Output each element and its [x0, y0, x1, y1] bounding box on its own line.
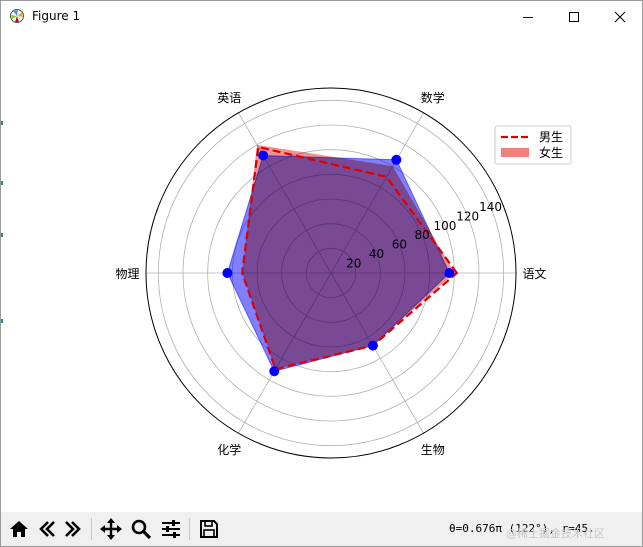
configure-icon	[162, 520, 180, 538]
category-label: 英语	[217, 91, 241, 105]
legend-label-female: 女生	[539, 145, 563, 160]
figure-window: Figure 1 20 40 60 80 100 120 140 语文 数学 英语物理化学 生物 男…	[0, 0, 643, 547]
save-button[interactable]	[197, 517, 221, 541]
data-point	[444, 268, 455, 278]
category-label: 物理	[115, 267, 139, 281]
forward-icon	[65, 521, 81, 537]
radial-tick-label: 20	[346, 257, 361, 271]
radar-chart: 20 40 60 80100120140 语文 数学 英语物理化学 生物 男生女生	[115, 87, 572, 459]
figure-canvas[interactable]: 20 40 60 80 100 120 140 语文 数学 英语物理化学 生物 男生 女生	[1, 32, 642, 512]
back-button[interactable]	[35, 517, 59, 541]
home-icon	[10, 521, 28, 537]
radial-tick-label: 140	[479, 200, 502, 214]
radial-tick-label: 120	[456, 209, 479, 223]
left-edge-mark	[1, 181, 3, 185]
data-point	[391, 154, 402, 165]
series-layer	[222, 144, 459, 377]
save-icon	[200, 520, 218, 538]
data-point	[367, 340, 378, 351]
minimize-button[interactable]	[505, 1, 551, 32]
category-label: 语文	[522, 266, 546, 281]
left-edge-mark	[1, 233, 3, 237]
zoom-button[interactable]	[129, 517, 153, 541]
toolbar-separator	[189, 518, 190, 540]
forward-button[interactable]	[61, 517, 85, 541]
home-button[interactable]	[7, 517, 31, 541]
close-button[interactable]	[597, 1, 643, 32]
watermark-text: @稀土掘金技术社区	[506, 527, 605, 540]
data-point	[222, 268, 233, 278]
zoom-icon	[131, 519, 152, 540]
matplotlib-logo-icon	[9, 8, 25, 24]
window-title: Figure 1	[32, 9, 81, 23]
toolbar-separator	[91, 518, 92, 540]
legend: 男生女生	[494, 125, 572, 165]
category-label: 生物	[421, 443, 445, 457]
left-edge-mark	[1, 121, 3, 125]
radial-tick-label: 80	[415, 228, 430, 242]
category-label: 化学	[217, 442, 241, 457]
data-point	[258, 150, 269, 161]
data-point	[269, 366, 280, 377]
title-bar[interactable]: Figure 1	[1, 1, 642, 32]
radial-tick-label: 100	[433, 219, 456, 233]
category-label: 数学	[421, 90, 445, 105]
legend-label-male: 男生	[539, 130, 563, 144]
legend-swatch-female	[501, 148, 529, 157]
back-icon	[39, 521, 55, 537]
left-edge-mark	[1, 319, 3, 323]
radial-tick-label: 60	[392, 238, 407, 252]
pan-icon	[100, 518, 122, 540]
radial-tick-label: 40	[369, 247, 384, 261]
pan-button[interactable]	[99, 517, 123, 541]
configure-button[interactable]	[159, 517, 183, 541]
maximize-button[interactable]	[551, 1, 597, 32]
